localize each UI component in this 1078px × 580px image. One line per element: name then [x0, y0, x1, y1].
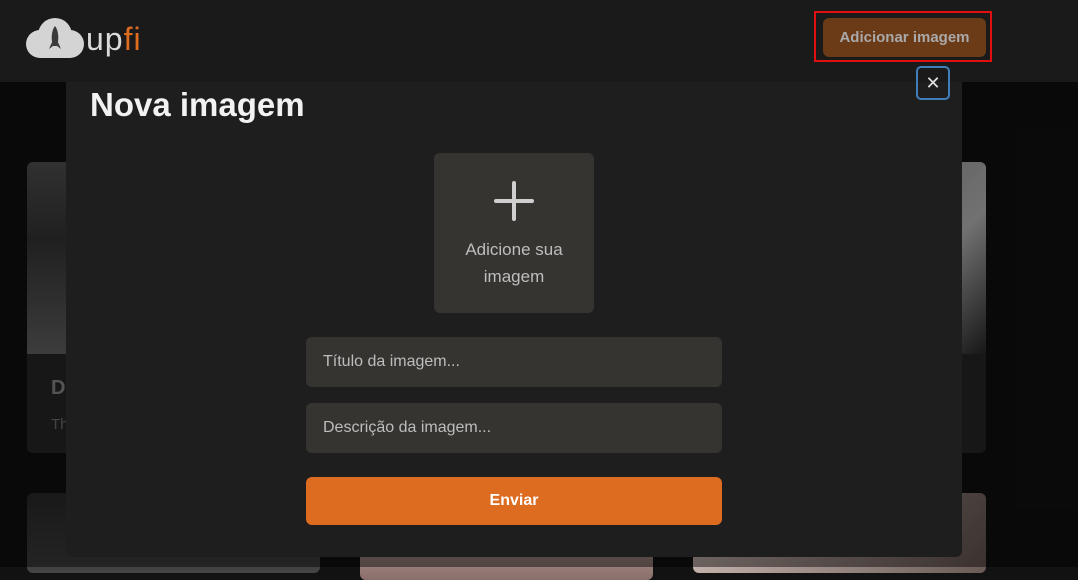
- close-button[interactable]: ✕: [916, 66, 950, 100]
- new-image-modal: Nova imagem ✕ Adicione sua imagem Enviar: [66, 66, 962, 557]
- add-image-button[interactable]: Adicionar imagem: [823, 18, 986, 57]
- plus-icon: [494, 181, 534, 221]
- upload-label: Adicione sua imagem: [465, 240, 563, 286]
- image-upload-box[interactable]: Adicione sua imagem: [434, 153, 594, 313]
- rocket-cloud-icon: [26, 18, 84, 58]
- image-description-input[interactable]: [306, 403, 722, 453]
- close-icon: ✕: [925, 72, 941, 93]
- image-title-input[interactable]: [306, 337, 722, 387]
- modal-title: Nova imagem: [90, 86, 305, 123]
- logo-text: upfi: [86, 21, 142, 57]
- submit-button[interactable]: Enviar: [306, 477, 722, 525]
- logo[interactable]: upfi: [26, 18, 142, 60]
